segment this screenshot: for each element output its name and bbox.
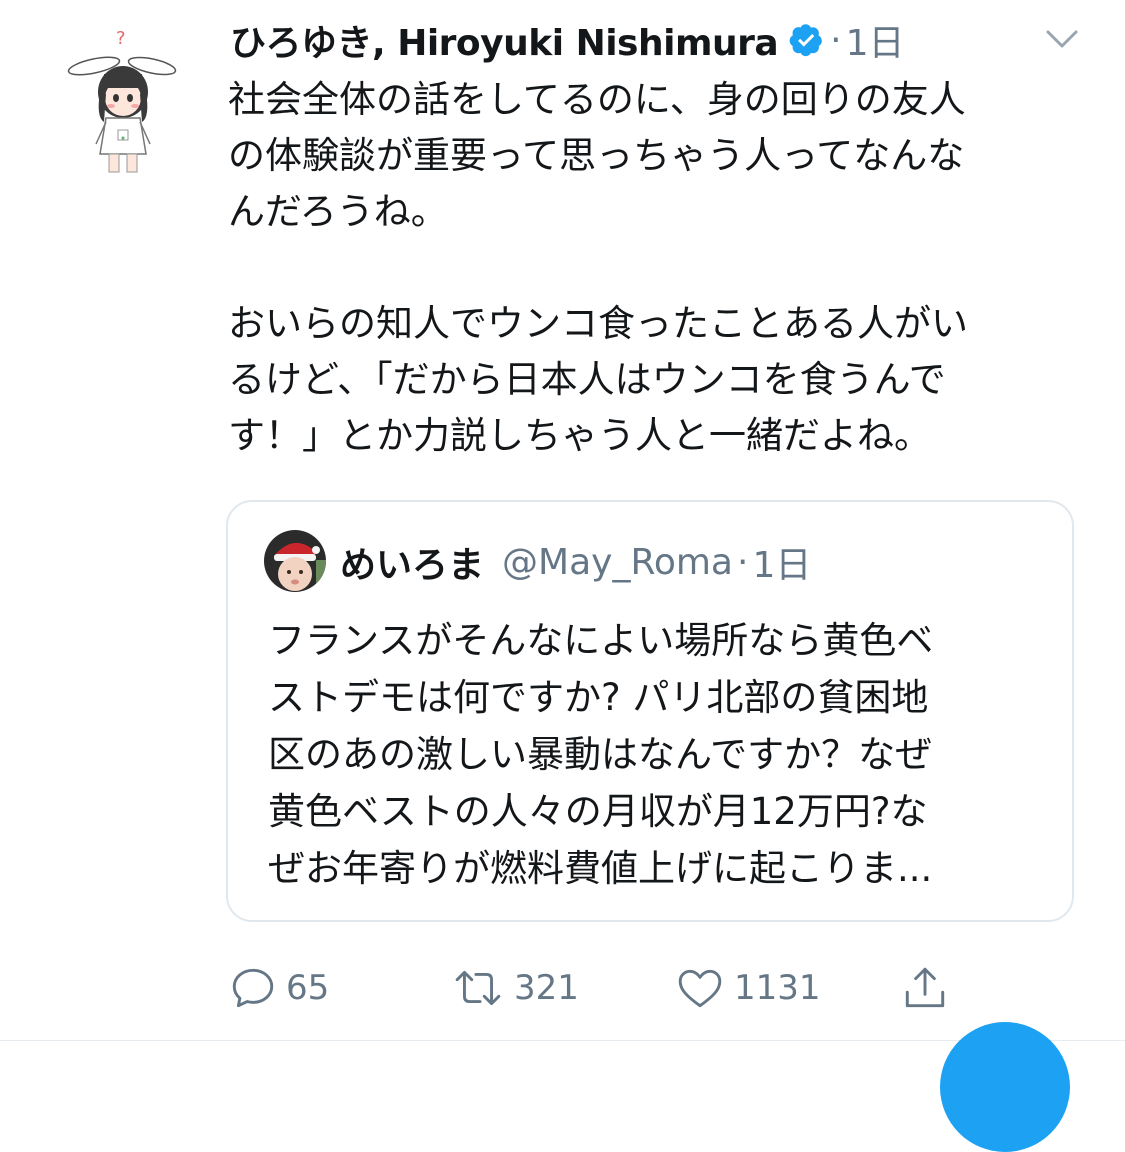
quoted-author-handle[interactable]: @May_Roma <box>502 542 733 583</box>
reply-icon <box>232 968 274 1008</box>
share-icon <box>905 967 945 1008</box>
tweet-separator: · <box>830 19 842 61</box>
quoted-tweet-text: フランスがそんなによい場所なら黄色ベ ストデモは何ですか? パリ北部の貧困地 区… <box>268 619 934 890</box>
reply-button[interactable]: 65 <box>228 960 329 1016</box>
author-avatar[interactable]: ? <box>64 22 182 182</box>
quoted-tweet-timestamp[interactable]: 1日 <box>752 536 811 588</box>
heart-icon <box>678 969 722 1008</box>
chevron-down-icon[interactable] <box>1042 24 1082 54</box>
quoted-tweet-card[interactable]: めいろま @May_Roma · 1日 フランスがそんなによい場所なら黄色ベ ス… <box>226 500 1074 922</box>
tweet-timestamp[interactable]: 1日 <box>846 14 905 66</box>
share-button[interactable] <box>900 960 950 1016</box>
author-avatar-image: ? <box>67 28 177 173</box>
compose-button[interactable] <box>940 1022 1070 1152</box>
like-button[interactable]: 1131 <box>674 960 821 1016</box>
retweet-icon <box>455 970 501 1006</box>
quoted-author-avatar[interactable] <box>264 530 326 592</box>
retweet-button[interactable]: 321 <box>450 960 579 1016</box>
like-count: 1131 <box>734 968 821 1008</box>
tweet-action-bar: 65 321 1131 <box>228 960 1088 1020</box>
divider <box>0 1040 1125 1041</box>
tweet-text: 社会全体の話をしてるのに、身の回りの友人 の体験談が重要って思っちゃう人ってなん… <box>228 78 968 457</box>
svg-text:?: ? <box>116 28 126 49</box>
verified-badge-icon <box>789 24 823 57</box>
author-display-name[interactable]: ひろゆき, Hiroyuki Nishimura <box>230 14 779 66</box>
tweet-header: ひろゆき, Hiroyuki Nishimura · 1日 <box>230 12 1090 68</box>
retweet-count: 321 <box>514 968 579 1008</box>
quoted-tweet-header: めいろま @May_Roma · 1日 <box>340 532 811 592</box>
quoted-author-display-name[interactable]: めいろま <box>340 536 484 588</box>
quoted-tweet-separator: · <box>737 541 749 583</box>
reply-count: 65 <box>286 968 330 1008</box>
quoted-author-avatar-image <box>264 530 326 592</box>
tweet[interactable]: ? ひろゆき, Hiroyuki Nishimura · 1日 社会全体の話をし… <box>0 0 1125 1152</box>
